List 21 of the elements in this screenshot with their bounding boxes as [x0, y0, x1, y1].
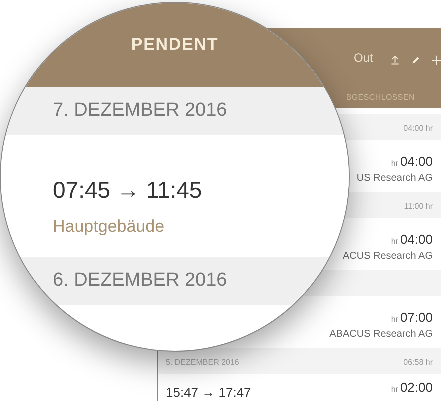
log-out-button[interactable]: Out: [354, 49, 374, 67]
duration: hr 04:00: [391, 230, 433, 248]
duration: hr 07:00: [391, 308, 433, 326]
upload-icon[interactable]: [391, 53, 400, 67]
date-heading: 6. DEZEMBER 2016: [53, 268, 228, 293]
duration: hr 02:00: [391, 379, 433, 398]
client-name: ACUS Research AG: [342, 250, 433, 264]
client-name: US Research AG: [356, 172, 433, 186]
pencil-icon[interactable]: [412, 54, 420, 66]
add-icon[interactable]: [432, 54, 441, 66]
time-range: 07:45 → 11:45: [53, 176, 204, 205]
time-range: 15:47 → 17:47: [166, 384, 252, 401]
location-name: Hauptgebäude: [53, 216, 166, 238]
day-total: 11:00 hr: [404, 201, 433, 213]
client-name: ABACUS Research AG: [330, 328, 433, 342]
duration: hr 04:00: [391, 152, 433, 170]
pending-title: PENDENT: [131, 34, 219, 56]
date-heading: 7. DEZEMBER 2016: [53, 98, 228, 123]
date-heading: 5. DEZEMBER 2016: [166, 357, 240, 369]
day-total: 06:58 hr: [404, 357, 433, 369]
day-total: 04:00 hr: [404, 123, 433, 135]
